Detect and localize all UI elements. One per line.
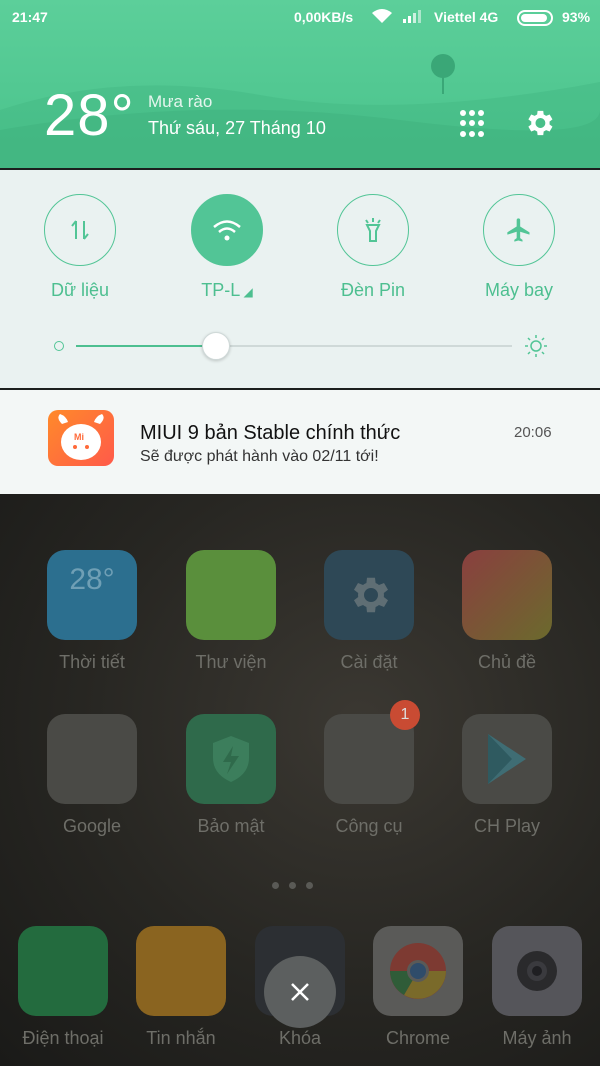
- mi-app-icon: Mi: [48, 410, 114, 466]
- battery-icon: [517, 10, 553, 26]
- app-label: Bảo mật: [197, 816, 265, 836]
- brightness-fill: [76, 345, 216, 347]
- settings-gear-icon[interactable]: [522, 106, 556, 140]
- security-shield-icon: [186, 714, 276, 804]
- brightness-slider[interactable]: [50, 330, 550, 360]
- dock-camera: Máy ảnh: [482, 926, 592, 1049]
- app-tools-folder: 1 Công cụ: [314, 700, 424, 837]
- carrier-name: Viettel 4G: [434, 9, 499, 25]
- camera-app-icon: [492, 926, 582, 1016]
- themes-app-icon: [462, 550, 552, 640]
- toggle-grid-button[interactable]: [460, 110, 488, 138]
- app-settings: Cài đặt: [314, 550, 424, 673]
- app-gallery: Thư viện: [176, 550, 286, 673]
- airplane-icon: [483, 194, 555, 266]
- app-label: Công cụ: [335, 816, 403, 836]
- dismiss-all-button[interactable]: [264, 956, 336, 1028]
- app-label: Chrome: [385, 1028, 451, 1048]
- page-indicator: [272, 882, 313, 889]
- app-play-store: CH Play: [452, 714, 562, 837]
- toggle-flashlight[interactable]: Đèn Pin: [333, 194, 413, 301]
- app-label: Google: [62, 816, 122, 836]
- brightness-handle[interactable]: [201, 332, 230, 360]
- brightness-low-icon: [54, 341, 64, 351]
- app-label: Chủ đề: [477, 652, 537, 672]
- app-label: Máy ảnh: [502, 1028, 572, 1048]
- weather-app-icon: 28°: [47, 550, 137, 640]
- google-folder-icon: [47, 714, 137, 804]
- toggle-flashlight-label: Đèn Pin: [340, 280, 406, 300]
- battery-percent: 93%: [562, 9, 591, 25]
- app-label: Thời tiết: [59, 652, 125, 672]
- wifi-signal-icon: [372, 9, 392, 23]
- home-screen-background: 28° Thời tiết Thư viện Cài đặt Chủ đề Go…: [0, 494, 600, 1066]
- data-arrows-icon: [44, 194, 116, 266]
- mi-logo-text: Mi: [74, 432, 84, 442]
- notification-title: MIUI 9 bản Stable chính thức: [140, 422, 401, 444]
- toggle-data-label: Dữ liệu: [50, 280, 110, 300]
- notification-badge: 1: [390, 700, 420, 730]
- cell-signal-icon: [403, 10, 421, 23]
- app-label: Thư viện: [195, 652, 267, 672]
- dock-messages: Tin nhắn: [126, 926, 236, 1049]
- toggle-data[interactable]: Dữ liệu: [40, 194, 120, 301]
- play-store-icon: [462, 714, 552, 804]
- gallery-app-icon: [186, 550, 276, 640]
- flashlight-icon: [337, 194, 409, 266]
- app-label: Cài đặt: [340, 652, 398, 672]
- phone-app-icon: [18, 926, 108, 1016]
- notification-time: 20:06: [514, 424, 552, 441]
- notification-card[interactable]: Mi MIUI 9 bản Stable chính thức 20:06 Sẽ…: [0, 390, 600, 494]
- toggle-wifi[interactable]: TP-L ◢: [187, 194, 267, 301]
- wifi-expand-icon: ◢: [240, 285, 253, 299]
- toggle-wifi-label: TP-L ◢: [187, 280, 267, 301]
- dock-phone: Điện thoại: [8, 926, 118, 1049]
- app-label: CH Play: [473, 816, 540, 836]
- app-label: Điện thoại: [22, 1028, 104, 1048]
- dock-chrome: Chrome: [363, 926, 473, 1049]
- chrome-app-icon: [373, 926, 463, 1016]
- wifi-network-name: TP-L: [201, 280, 241, 300]
- status-time: 21:47: [12, 9, 48, 25]
- toggle-airplane-label: Máy bay: [484, 280, 554, 300]
- wifi-icon: [191, 194, 263, 266]
- tools-folder-icon: 1: [324, 700, 420, 804]
- app-weather: 28° Thời tiết: [37, 550, 147, 673]
- app-security: Bảo mật: [176, 714, 286, 837]
- app-themes: Chủ đề: [452, 550, 562, 673]
- messages-app-icon: [136, 926, 226, 1016]
- status-bar: 21:47 0,00KB/s Viettel 4G 93%: [0, 0, 600, 34]
- brightness-high-icon: [525, 335, 547, 357]
- close-icon: [291, 983, 309, 1001]
- network-speed: 0,00KB/s: [294, 9, 354, 25]
- quick-settings-panel: Dữ liệu TP-L ◢ Đèn Pin Máy bay: [0, 170, 600, 388]
- app-label: Tin nhắn: [146, 1028, 216, 1048]
- settings-app-icon: [324, 550, 414, 640]
- app-google-folder: Google: [37, 714, 147, 837]
- notification-body: Sẽ được phát hành vào 02/11 tới!: [140, 448, 379, 465]
- weather-date: Thứ sáu, 27 Tháng 10: [148, 118, 326, 138]
- weather-condition: Mưa rào: [148, 92, 213, 111]
- notification-header: 21:47 0,00KB/s Viettel 4G 93% 28° Mưa rà…: [0, 0, 600, 168]
- weather-temperature[interactable]: 28°: [44, 82, 135, 149]
- toggle-airplane[interactable]: Máy bay: [479, 194, 559, 301]
- app-label: Khóa: [278, 1028, 322, 1048]
